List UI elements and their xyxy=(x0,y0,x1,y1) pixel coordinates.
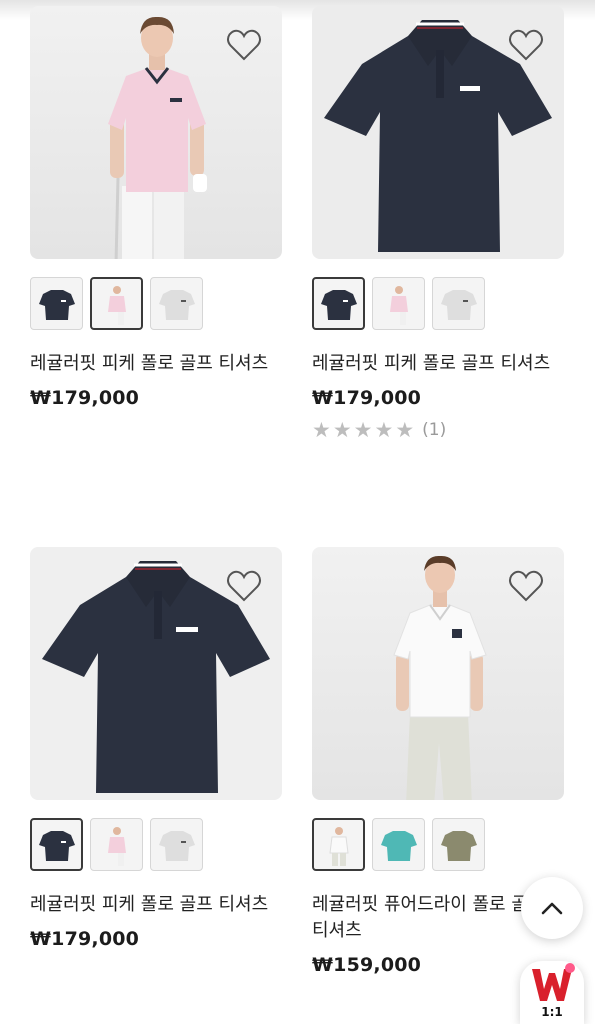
polo-thumbnail-icon xyxy=(38,830,75,861)
polo-thumbnail-icon xyxy=(440,830,477,861)
product-price: ₩179,000 xyxy=(30,928,140,950)
star-icon: ★ xyxy=(374,418,394,442)
color-swatch-navy[interactable] xyxy=(30,818,83,871)
color-swatch-light-gray[interactable] xyxy=(150,818,203,871)
wishlist-heart-icon[interactable] xyxy=(508,569,544,603)
polo-thumbnail-icon xyxy=(380,830,417,861)
color-swatch-navy[interactable] xyxy=(30,277,83,330)
brand-logo-icon xyxy=(532,963,575,1001)
product-image[interactable] xyxy=(312,6,564,259)
color-swatch-white[interactable] xyxy=(312,818,365,871)
product-name[interactable]: 레귤러핏 피케 폴로 골프 티셔츠 xyxy=(30,351,290,377)
wishlist-heart-icon[interactable] xyxy=(226,28,262,62)
product-image[interactable] xyxy=(30,6,282,259)
product-rating: ★ ★ ★ ★ ★ (1) xyxy=(312,418,564,442)
star-icon: ★ xyxy=(353,418,373,442)
chat-1on1-button[interactable]: 1:1 xyxy=(520,961,584,1024)
color-swatch-light-gray[interactable] xyxy=(150,277,203,330)
wishlist-heart-icon[interactable] xyxy=(508,28,544,62)
model-thumbnail-icon xyxy=(107,285,126,325)
product-name[interactable]: 레귤러핏 피케 폴로 골프 티셔츠 xyxy=(312,351,572,377)
polo-thumbnail-icon xyxy=(38,289,75,320)
product-image[interactable] xyxy=(30,547,282,800)
product-price: ₩179,000 xyxy=(30,387,140,409)
color-swatch-pink[interactable] xyxy=(372,277,425,330)
color-swatch-light-gray[interactable] xyxy=(432,277,485,330)
star-icon: ★ xyxy=(312,418,331,442)
color-swatches xyxy=(30,818,282,871)
model-thumbnail-icon xyxy=(107,826,126,866)
color-swatch-khaki[interactable] xyxy=(432,818,485,871)
color-swatches xyxy=(312,818,564,871)
product-card[interactable]: 레귤러핏 피케 폴로 골프 티셔츠 ₩179,000 xyxy=(30,6,282,409)
polo-thumbnail-icon xyxy=(158,289,195,320)
polo-thumbnail-icon xyxy=(158,830,195,861)
color-swatches xyxy=(312,277,564,330)
product-image[interactable] xyxy=(312,547,564,800)
color-swatch-navy[interactable] xyxy=(312,277,365,330)
polo-thumbnail-icon xyxy=(320,289,357,320)
wishlist-heart-icon[interactable] xyxy=(226,569,262,603)
product-price: ₩179,000 xyxy=(312,387,422,409)
product-card[interactable]: 레귤러핏 피케 폴로 골프 티셔츠 ₩179,000 xyxy=(30,547,282,950)
chevron-up-icon xyxy=(541,902,563,915)
polo-thumbnail-icon xyxy=(440,289,477,320)
product-card[interactable]: 레귤러핏 피케 폴로 골프 티셔츠 ₩179,000 ★ ★ ★ ★ ★ (1) xyxy=(312,6,564,442)
color-swatch-teal[interactable] xyxy=(372,818,425,871)
star-icon: ★ xyxy=(395,418,415,442)
model-thumbnail-icon xyxy=(328,826,349,866)
color-swatches xyxy=(30,277,282,330)
star-icon: ★ xyxy=(332,418,352,442)
review-count: (1) xyxy=(422,420,447,440)
model-thumbnail-icon xyxy=(389,285,408,325)
scroll-to-top-button[interactable] xyxy=(521,877,583,939)
product-name[interactable]: 레귤러핏 피케 폴로 골프 티셔츠 xyxy=(30,892,290,918)
color-swatch-pink[interactable] xyxy=(90,277,143,330)
chat-badge-label: 1:1 xyxy=(541,1005,563,1019)
color-swatch-pink[interactable] xyxy=(90,818,143,871)
